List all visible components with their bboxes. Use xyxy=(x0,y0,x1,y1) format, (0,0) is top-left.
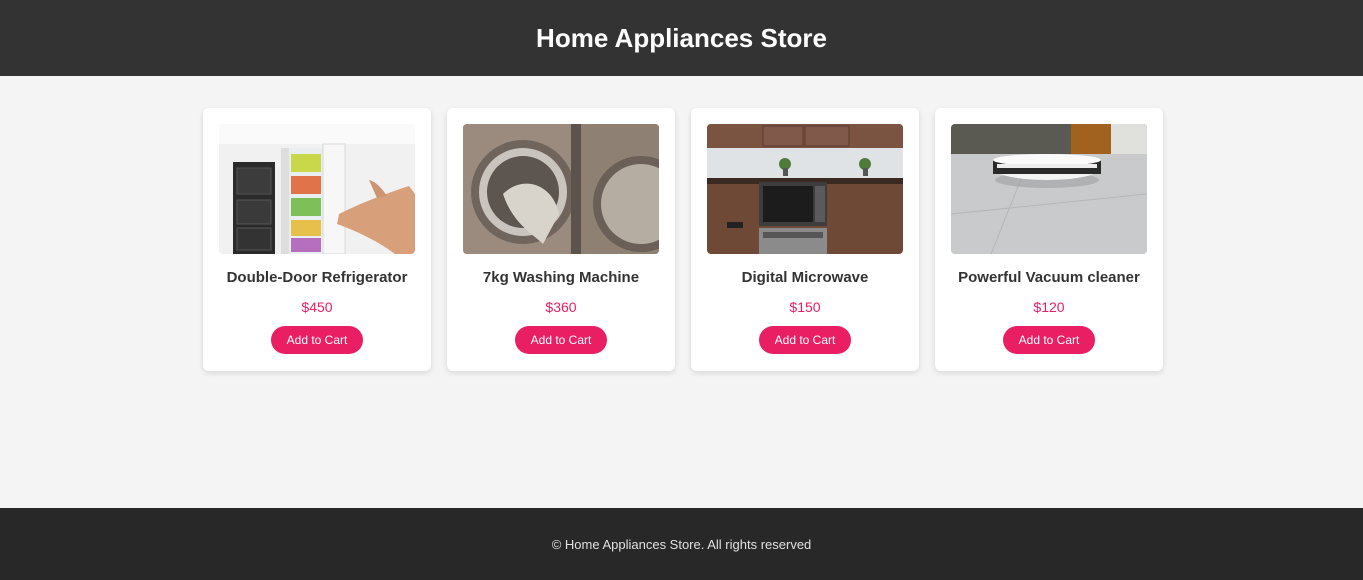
refrigerator-photo xyxy=(219,124,415,254)
add-to-cart-button[interactable]: Add to Cart xyxy=(758,326,852,354)
site-header: Home Appliances Store xyxy=(0,0,1363,76)
copyright-text: © Home Appliances Store. All rights rese… xyxy=(551,536,812,552)
product-name: 7kg Washing Machine xyxy=(482,269,640,286)
microwave-image xyxy=(707,124,903,254)
product-card: Digital Microwave $150 Add to Cart xyxy=(691,108,919,371)
product-name: Double-Door Refrigerator xyxy=(226,269,408,286)
product-price: $150 xyxy=(789,299,821,315)
robot-vacuum-photo xyxy=(951,124,1147,254)
page-title: Home Appliances Store xyxy=(536,22,827,53)
site-footer: © Home Appliances Store. All rights rese… xyxy=(0,508,1363,580)
product-grid: Double-Door Refrigerator $450 Add to Car… xyxy=(203,108,1163,371)
refrigerator-image xyxy=(219,124,415,254)
product-card: Double-Door Refrigerator $450 Add to Car… xyxy=(203,108,431,371)
product-card: Powerful Vacuum cleaner $120 Add to Cart xyxy=(935,108,1163,371)
product-name: Digital Microwave xyxy=(741,269,869,286)
add-to-cart-button[interactable]: Add to Cart xyxy=(1002,326,1096,354)
product-name: Powerful Vacuum cleaner xyxy=(958,269,1140,286)
microwave-photo xyxy=(707,124,903,254)
product-price: $360 xyxy=(545,299,577,315)
washing-machine-image xyxy=(463,124,659,254)
product-price: $450 xyxy=(301,299,333,315)
add-to-cart-button[interactable]: Add to Cart xyxy=(270,326,364,354)
product-price: $120 xyxy=(1033,299,1065,315)
add-to-cart-button[interactable]: Add to Cart xyxy=(514,326,608,354)
vacuum-cleaner-image xyxy=(951,124,1147,254)
product-card: 7kg Washing Machine $360 Add to Cart xyxy=(447,108,675,371)
washing-machine-photo xyxy=(463,124,659,254)
